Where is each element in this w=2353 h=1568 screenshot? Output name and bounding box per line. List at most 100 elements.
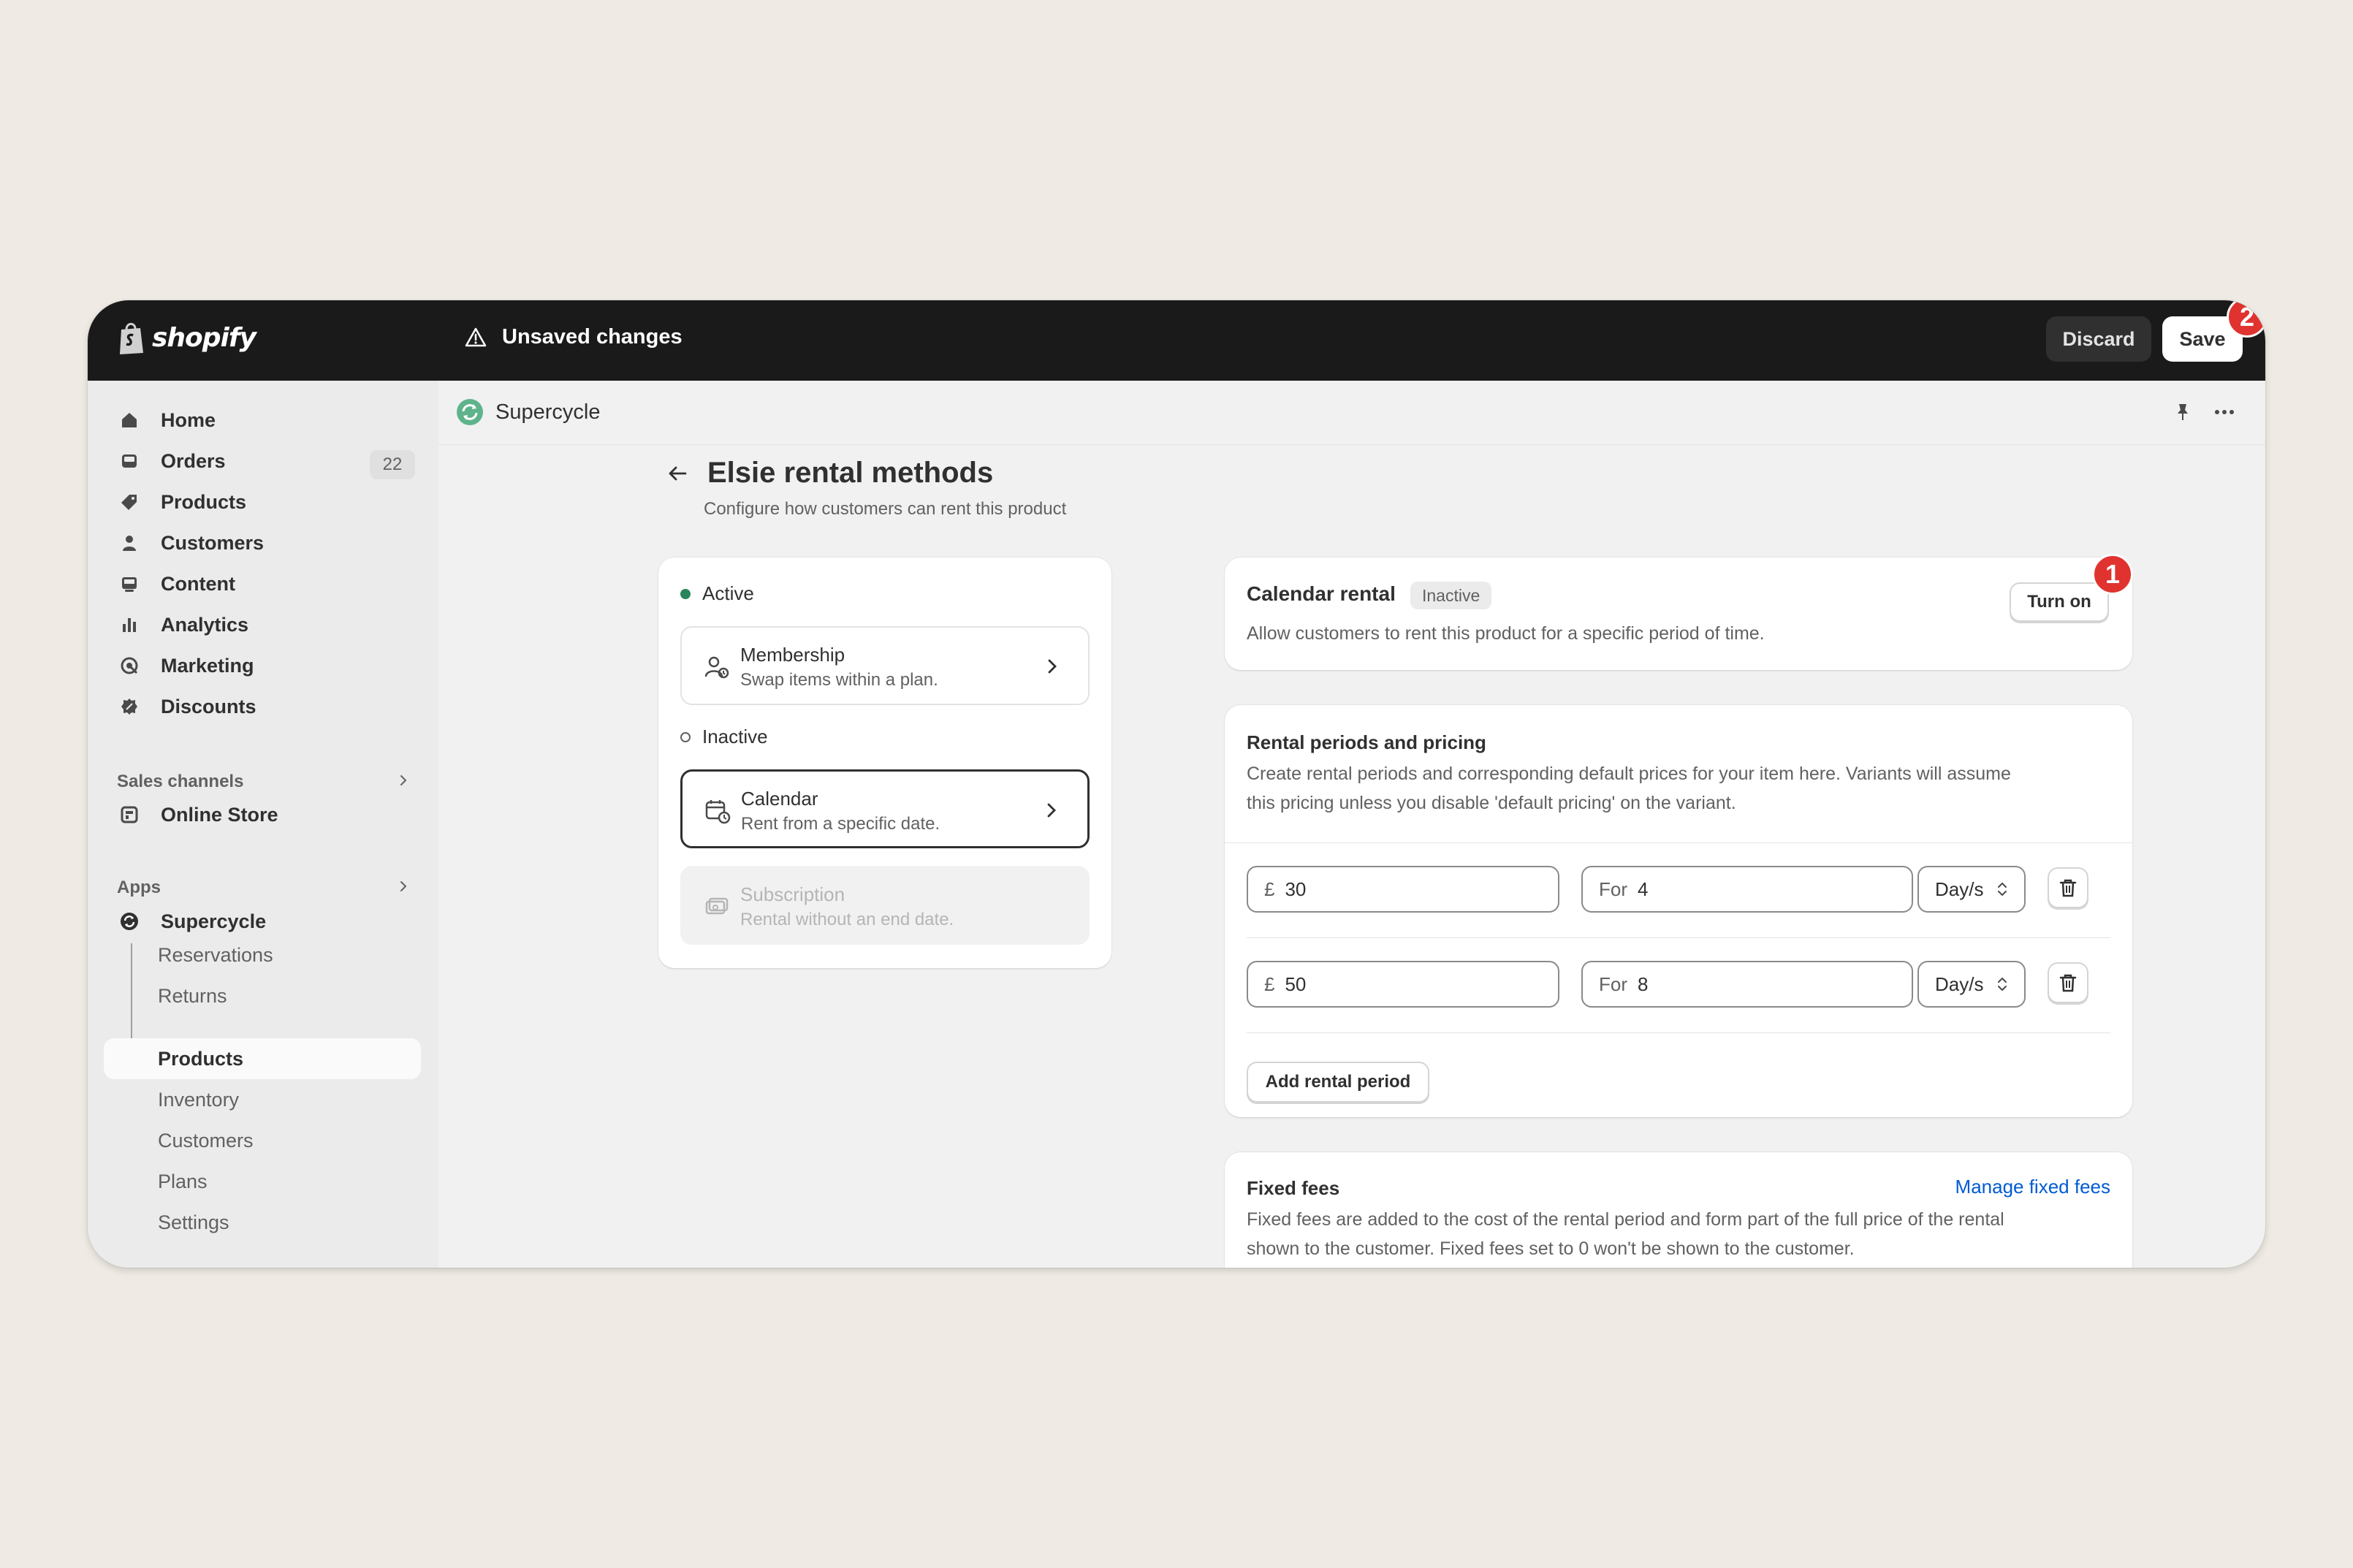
sidebar-item-supercycle[interactable]: Supercycle: [118, 904, 266, 939]
add-rental-period-button[interactable]: Add rental period: [1247, 1062, 1429, 1103]
turn-on-button[interactable]: Turn on: [2010, 582, 2109, 622]
sales-channels-label[interactable]: Sales channels: [117, 772, 243, 792]
sidebar-subitem-reservations[interactable]: Reservations: [158, 940, 273, 970]
shopify-logo[interactable]: shopify: [117, 319, 256, 356]
sidebar-subitem-inventory[interactable]: Inventory: [158, 1085, 239, 1114]
sidebar-item-discounts[interactable]: Discounts: [118, 689, 256, 724]
sidebar-item-customers[interactable]: Customers: [118, 525, 264, 560]
method-membership[interactable]: Membership Swap items within a plan.: [680, 626, 1090, 705]
sidebar-item-label: Supercycle: [161, 910, 267, 932]
shopify-bag-icon: [120, 322, 143, 354]
duration-input[interactable]: For 8: [1581, 961, 1913, 1008]
content-icon: [118, 573, 140, 595]
divider: [1247, 1032, 2110, 1033]
page-header: Elsie rental methods: [665, 457, 993, 490]
supercycle-icon: [118, 910, 140, 932]
pin-icon[interactable]: [2172, 401, 2194, 423]
fixed-fees-title: Fixed fees: [1247, 1177, 1340, 1199]
sidebar-item-label: Content: [161, 572, 235, 595]
price-value: 50: [1285, 973, 1307, 995]
sidebar-item-orders[interactable]: Orders: [118, 444, 226, 479]
calendar-rental-card: Calendar rental Inactive Allow customers…: [1225, 554, 2133, 670]
sidebar-item-label: Marketing: [161, 654, 254, 677]
home-icon: [118, 409, 140, 431]
chevron-right-icon[interactable]: [395, 772, 412, 789]
currency-prefix: £: [1264, 973, 1275, 995]
discard-button[interactable]: Discard: [2046, 316, 2151, 362]
method-title: Subscription: [740, 883, 845, 905]
apps-label[interactable]: Apps: [117, 878, 161, 898]
sidebar-item-label: Discounts: [161, 695, 256, 718]
sidebar-item-label: Home: [161, 408, 216, 431]
sidebar-item-marketing[interactable]: Marketing: [118, 648, 254, 683]
delete-period-button[interactable]: [2048, 962, 2088, 1003]
rental-periods-description-1: Create rental periods and corresponding …: [1247, 764, 2011, 784]
sidebar-item-label: Orders: [161, 449, 226, 472]
unit-value: Day/s: [1935, 878, 1984, 900]
unsaved-label: Unsaved changes: [502, 325, 683, 349]
sidebar-item-label: Online Store: [161, 803, 278, 826]
method-description: Rent from a specific date.: [741, 814, 940, 834]
method-description: Rental without an end date.: [740, 910, 954, 929]
sidebar-subitem-customers[interactable]: Customers: [158, 1126, 254, 1155]
currency-prefix: £: [1264, 878, 1275, 900]
page-title: Elsie rental methods: [707, 457, 994, 489]
subscription-icon: [705, 897, 729, 915]
sidebar-item-products[interactable]: Products: [118, 484, 246, 520]
active-dot-icon: [680, 588, 691, 599]
method-subscription: Subscription Rental without an end date.: [680, 866, 1090, 945]
sidebar-item-label: Products: [161, 490, 247, 513]
fixed-fees-description-2: shown to the customer. Fixed fees set to…: [1247, 1238, 1855, 1259]
inactive-label: Inactive: [702, 726, 768, 747]
duration-input[interactable]: For 4: [1581, 866, 1913, 913]
orders-icon: [118, 450, 140, 472]
sidebar-subitem-plans[interactable]: Plans: [158, 1167, 208, 1196]
selected-highlight: [104, 1038, 421, 1079]
app-title: Supercycle: [456, 398, 600, 426]
top-bar: shopify Unsaved changes Discard Save 2: [88, 300, 2265, 381]
target-icon: [118, 655, 140, 677]
select-arrows-icon: [1998, 882, 2007, 897]
price-input[interactable]: £ 50: [1247, 961, 1559, 1008]
price-value: 30: [1285, 878, 1307, 900]
delete-period-button[interactable]: [2048, 867, 2088, 908]
back-arrow-icon[interactable]: [665, 461, 690, 486]
membership-icon: [704, 656, 729, 679]
tree-connector: [131, 943, 132, 1053]
orders-count-badge: 22: [370, 450, 415, 479]
rental-methods-card: Active Membership Swap items within a pl…: [658, 557, 1111, 968]
sidebar-subitem-products[interactable]: Products: [158, 1044, 243, 1073]
unit-value: Day/s: [1935, 973, 1984, 995]
fixed-fees-description-1: Fixed fees are added to the cost of the …: [1247, 1209, 2004, 1230]
active-label: Active: [702, 582, 754, 604]
page-subtitle: Configure how customers can rent this pr…: [704, 499, 1067, 519]
inactive-group-label: Inactive: [680, 726, 768, 748]
manage-fixed-fees-link[interactable]: Manage fixed fees: [1955, 1176, 2110, 1198]
for-prefix: For: [1599, 878, 1627, 900]
duration-value: 4: [1638, 878, 1649, 900]
calendar-rental-title: Calendar rental: [1247, 582, 1396, 605]
sidebar-item-online-store[interactable]: Online Store: [118, 797, 278, 832]
admin-window: shopify Unsaved changes Discard Save 2 H…: [88, 300, 2265, 1268]
chevron-right-icon[interactable]: [395, 878, 412, 895]
step-badge-1: 1: [2092, 554, 2133, 595]
rental-periods-card: Rental periods and pricing Create rental…: [1225, 705, 2132, 1117]
sidebar-item-content[interactable]: Content: [118, 566, 235, 601]
calendar-clock-icon: [705, 800, 731, 824]
trash-icon: [2059, 974, 2077, 992]
unit-select[interactable]: Day/s: [1917, 961, 2026, 1008]
warning-icon: [465, 327, 487, 346]
method-calendar[interactable]: Calendar Rent from a specific date.: [680, 769, 1090, 848]
price-input[interactable]: £ 30: [1247, 866, 1559, 913]
more-options-icon[interactable]: [2211, 401, 2238, 423]
unit-select[interactable]: Day/s: [1917, 866, 2026, 913]
logo-text: shopify: [152, 322, 256, 353]
tag-icon: [118, 491, 140, 513]
status-badge: Inactive: [1410, 582, 1492, 609]
unsaved-changes-indicator: Unsaved changes: [464, 325, 683, 349]
sidebar-item-home[interactable]: Home: [118, 403, 216, 438]
sidebar-subitem-returns[interactable]: Returns: [158, 981, 227, 1011]
sidebar-subitem-settings[interactable]: Settings: [158, 1208, 229, 1237]
sidebar: Home Orders 22 Products Customers Conten…: [88, 381, 438, 1268]
sidebar-item-analytics[interactable]: Analytics: [118, 607, 248, 642]
